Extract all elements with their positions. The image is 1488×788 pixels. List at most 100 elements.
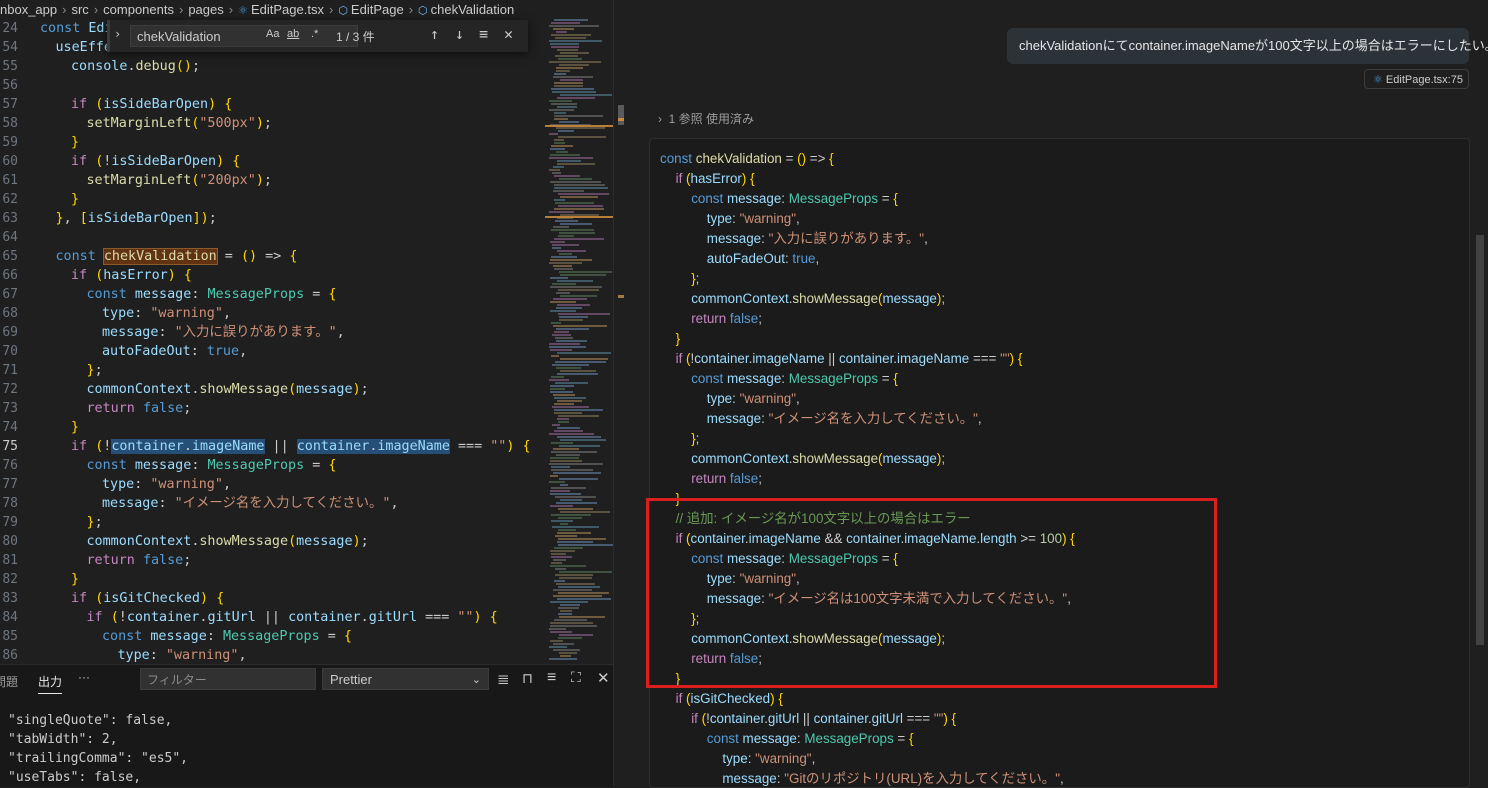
code-line: }, [isSideBarOpen]); (55, 211, 217, 226)
minimap-line (559, 319, 583, 321)
minimap-line (555, 496, 596, 498)
line-number: 73 (2, 401, 18, 416)
breadcrumb-item-function[interactable]: chekValidation (431, 0, 515, 19)
minimap-line (554, 118, 568, 120)
close-icon[interactable]: ✕ (504, 25, 513, 43)
code-editor[interactable]: 24 const Edi 54 useEffe 55 console.debug(); 56… (0, 19, 545, 664)
more-actions-icon[interactable]: ··· (78, 670, 90, 684)
breadcrumb-item-component[interactable]: EditPage (351, 0, 404, 19)
reference-chip[interactable]: ⚛ EditPage.tsx:75 (1364, 69, 1469, 89)
clear-output-icon[interactable]: ≡ (547, 669, 556, 687)
minimap-line (551, 256, 577, 258)
minimap-line (560, 274, 606, 276)
lock-icon[interactable]: ⊓ (522, 670, 533, 687)
code-line: type: "warning", (102, 477, 231, 492)
minimap-line (552, 244, 579, 246)
minimap-line (550, 640, 563, 642)
minimap-line (551, 469, 593, 471)
toggle-replace-icon[interactable]: › (114, 27, 121, 41)
line-number: 79 (2, 515, 18, 530)
word-wrap-icon[interactable]: ≣ (497, 670, 510, 688)
line-number: 83 (2, 591, 18, 606)
minimap-line (551, 229, 594, 231)
code-line: } (675, 331, 681, 346)
breadcrumb-item-components[interactable]: components (103, 0, 174, 19)
minimap-line (554, 73, 566, 75)
minimap-line (556, 127, 605, 129)
code-line: commonContext.showMessage(message); (86, 534, 369, 549)
line-number: 84 (2, 610, 18, 625)
minimap-line (549, 481, 565, 483)
code-block[interactable]: const chekValidation = () => {if (hasErr… (649, 138, 1470, 788)
minimap-line (554, 184, 605, 186)
regex-toggle[interactable]: .* (311, 28, 318, 40)
close-panel-icon[interactable]: ✕ (597, 669, 610, 687)
tab-output[interactable]: 出力 (38, 673, 63, 694)
filter-input[interactable]: フィルター (140, 668, 316, 690)
code-line: setMarginLeft("500px"); (86, 116, 272, 131)
arrow-down-icon[interactable]: ↓ (455, 25, 464, 43)
maximize-panel-icon[interactable]: ⛶ (571, 669, 581, 686)
minimap-line (559, 478, 598, 480)
minimap-line (557, 400, 582, 402)
breadcrumb-item-root[interactable]: nbox_app (0, 0, 57, 19)
minimap-line (560, 511, 610, 513)
match-whole-word-toggle[interactable]: ab (287, 28, 299, 40)
scrollbar-thumb[interactable] (618, 105, 624, 125)
code-line: commonContext.showMessage(message); (691, 451, 946, 466)
breadcrumb-item-file[interactable]: EditPage.tsx (251, 0, 324, 19)
panel-tabs: 問題 出力 ··· フィルター Prettier ⌄ ≣ ⊓ ≡ ⛶ ✕ (0, 665, 613, 695)
output-channel-select[interactable]: Prettier ⌄ (322, 668, 489, 690)
minimap-line (557, 598, 611, 600)
chat-scrollbar[interactable] (1476, 235, 1484, 645)
minimap-line (550, 391, 573, 393)
line-number: 64 (2, 230, 18, 245)
minimap-line (550, 241, 565, 243)
find-input[interactable]: chekValidation (130, 25, 358, 47)
line-number: 74 (2, 420, 18, 435)
minimap-line (551, 487, 586, 489)
editor-scrollbar[interactable] (613, 0, 628, 786)
minimap-line (558, 637, 582, 639)
minimap-line (554, 619, 587, 621)
line-number: 60 (2, 154, 18, 169)
code-line: if (isGitChecked) { (675, 691, 783, 706)
minimap-line (550, 286, 602, 288)
minimap[interactable] (545, 19, 613, 664)
line-number: 72 (2, 382, 18, 397)
minimap-line (551, 451, 597, 453)
minimap-line (557, 49, 578, 51)
minimap-line (550, 388, 565, 390)
symbol-component-icon: ⬡ (338, 5, 348, 17)
find-in-selection-icon[interactable]: ≡ (479, 25, 488, 43)
minimap-line (553, 226, 569, 228)
tab-problems[interactable]: 問題 (0, 673, 18, 690)
arrow-up-icon[interactable]: ↑ (430, 25, 439, 43)
chat-panel: chekValidationにてcontainer.imageNameが100文… (628, 0, 1488, 788)
minimap-line (559, 316, 588, 318)
references-used[interactable]: › 1 参照 使用済み (658, 110, 754, 127)
minimap-line (560, 94, 612, 96)
breadcrumb-item-src[interactable]: src (71, 0, 88, 19)
minimap-line (553, 166, 564, 168)
breadcrumb-item-pages[interactable]: pages (188, 0, 223, 19)
minimap-line (551, 88, 594, 90)
minimap-line (552, 283, 576, 285)
minimap-line (550, 277, 568, 279)
code-line: type: "warning", (706, 391, 800, 406)
match-case-toggle[interactable]: Aa (266, 28, 279, 40)
minimap-line (559, 577, 592, 579)
chevron-right-icon: › (228, 2, 234, 17)
find-match-marker (618, 295, 624, 298)
minimap-line (549, 169, 560, 171)
symbol-function-icon: ⬡ (418, 5, 428, 17)
output-content: "singleQuote": false, "tabWidth": 2, "tr… (0, 695, 613, 787)
minimap-line (551, 322, 561, 324)
code-line: const chekValidation = () => { (55, 248, 298, 265)
minimap-line (551, 22, 580, 24)
code-line: const message: MessageProps = { (706, 731, 914, 746)
minimap-line (556, 31, 567, 33)
minimap-line (558, 592, 609, 594)
line-number: 71 (2, 363, 18, 378)
minimap-line (554, 430, 583, 432)
